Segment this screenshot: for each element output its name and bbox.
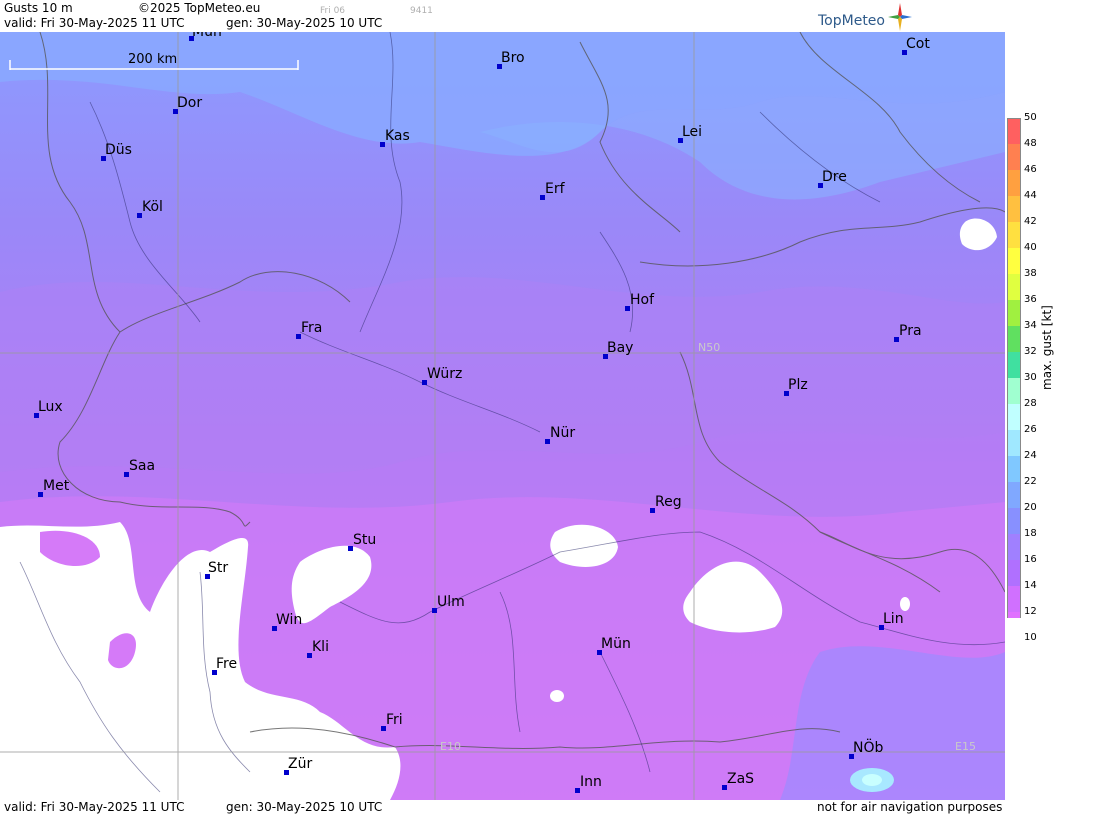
city-label: Bay: [607, 340, 634, 356]
legend-colorbar: [1007, 118, 1021, 618]
city-label: Fri: [386, 712, 403, 728]
footer-generated-time: gen: 30-May-2025 10 UTC: [226, 800, 383, 814]
city-label: Nür: [550, 425, 576, 441]
grid-label-n50: N50: [698, 341, 721, 354]
legend-swatch: [1007, 456, 1021, 482]
city-label: ZaS: [727, 771, 755, 787]
legend-swatch: [1007, 612, 1021, 618]
gust-field-layer: [0, 32, 1005, 800]
legend-swatch: [1007, 430, 1021, 456]
gust-map: 200 km N50 E10 E15 Mün Bro Cot Dor Kas L…: [0, 32, 1005, 800]
city-label: Reg: [655, 494, 682, 510]
city-label: Inn: [580, 774, 602, 790]
legend-swatch: [1007, 300, 1021, 326]
legend-swatch: [1007, 118, 1021, 144]
header-bar: Gusts 10 m ©2025 TopMeteo.eu Fri 06 9411…: [0, 0, 1005, 32]
logo-text: TopMeteo: [818, 13, 885, 29]
legend-swatch: [1007, 144, 1021, 170]
legend-tick-label: 50: [1024, 112, 1037, 123]
city-label: NÖb: [853, 740, 884, 756]
product-title: Gusts 10 m: [4, 1, 73, 15]
city-label: Kli: [312, 639, 329, 655]
legend-tick-label: 48: [1024, 138, 1037, 149]
valid-time: valid: Fri 30-May-2025 11 UTC: [4, 16, 185, 30]
city-label: Fra: [301, 320, 323, 336]
legend-swatch: [1007, 482, 1021, 508]
city-label: Lei: [682, 124, 703, 140]
city-label: Erf: [545, 181, 565, 197]
legend-tick-label: 12: [1024, 606, 1037, 617]
city-label: Lux: [38, 399, 63, 415]
legend-swatch: [1007, 326, 1021, 352]
color-legend: 50 48 46 44 42 40 38 36 34 32 30 28 26 24 22 20 18 16 14 12…: [1005, 0, 1095, 814]
city-label: Met: [43, 478, 70, 494]
legend-tick-label: 32: [1024, 346, 1037, 357]
legend-tick-label: 16: [1024, 554, 1037, 565]
legend-tick-label: 44: [1024, 190, 1037, 201]
legend-swatch: [1007, 274, 1021, 300]
legend-swatch: [1007, 170, 1021, 196]
legend-swatch: [1007, 378, 1021, 404]
city-label: Zür: [288, 756, 313, 772]
city-label: Str: [208, 560, 229, 576]
legend-tick-label: 24: [1024, 450, 1037, 461]
legend-swatch: [1007, 248, 1021, 274]
city-label: Saa: [129, 458, 156, 474]
legend-tick-label: 20: [1024, 502, 1037, 513]
city-label: Cot: [906, 36, 930, 52]
legend-tick-label: 38: [1024, 268, 1037, 279]
city-label: Lin: [883, 611, 904, 627]
run-code: 9411: [410, 6, 433, 16]
city-label: Plz: [788, 377, 808, 393]
footer-bar: valid: Fri 30-May-2025 11 UTC gen: 30-Ma…: [0, 800, 1005, 814]
legend-tick-label: 14: [1024, 580, 1037, 591]
legend-swatch: [1007, 508, 1021, 534]
legend-tick-label: 10: [1024, 632, 1037, 643]
city-label: Stu: [353, 532, 377, 548]
legend-swatch: [1007, 560, 1021, 586]
topmeteo-logo: TopMeteo: [813, 2, 913, 32]
legend-tick-label: 36: [1024, 294, 1037, 305]
legend-tick-label: 46: [1024, 164, 1037, 175]
city-label: Bro: [501, 50, 525, 66]
scale-bar-label: 200 km: [128, 52, 178, 67]
legend-title: max. gust [kt]: [1040, 305, 1054, 390]
copyright-text: ©2025 TopMeteo.eu: [138, 1, 261, 15]
legend-swatch: [1007, 196, 1021, 222]
city-label: Pra: [899, 323, 922, 339]
generated-time: gen: 30-May-2025 10 UTC: [226, 16, 383, 30]
compass-star-icon: [888, 3, 912, 31]
city-label: Kas: [385, 128, 410, 144]
grid-label-e10: E10: [440, 740, 461, 753]
legend-tick-label: 30: [1024, 372, 1037, 383]
city-label: Mün: [601, 636, 631, 652]
city-label: Dre: [822, 169, 847, 185]
city-label: Düs: [105, 142, 132, 158]
city-label: Mün: [192, 32, 222, 40]
legend-swatch: [1007, 586, 1021, 612]
legend-swatch: [1007, 352, 1021, 378]
city-label: Win: [276, 612, 303, 628]
legend-swatch: [1007, 222, 1021, 248]
legend-tick-label: 18: [1024, 528, 1037, 539]
city-label: Hof: [630, 292, 655, 308]
footer-valid-time: valid: Fri 30-May-2025 11 UTC: [4, 800, 185, 814]
city-label: Dor: [177, 95, 203, 111]
city-label: Ulm: [437, 594, 465, 610]
legend-tick-label: 28: [1024, 398, 1037, 409]
legend-tick-label: 34: [1024, 320, 1037, 331]
legend-tick-label: 22: [1024, 476, 1037, 487]
grid-label-e15: E15: [955, 740, 976, 753]
legend-tick-label: 42: [1024, 216, 1037, 227]
legend-swatch: [1007, 534, 1021, 560]
city-label: Köl: [142, 199, 163, 215]
legend-tick-label: 26: [1024, 424, 1037, 435]
legend-swatch: [1007, 404, 1021, 430]
legend-tick-label: 40: [1024, 242, 1037, 253]
city-label: Würz: [427, 366, 463, 382]
footer-disclaimer: not for air navigation purposes: [817, 800, 1003, 814]
city-label: Fre: [216, 656, 238, 672]
